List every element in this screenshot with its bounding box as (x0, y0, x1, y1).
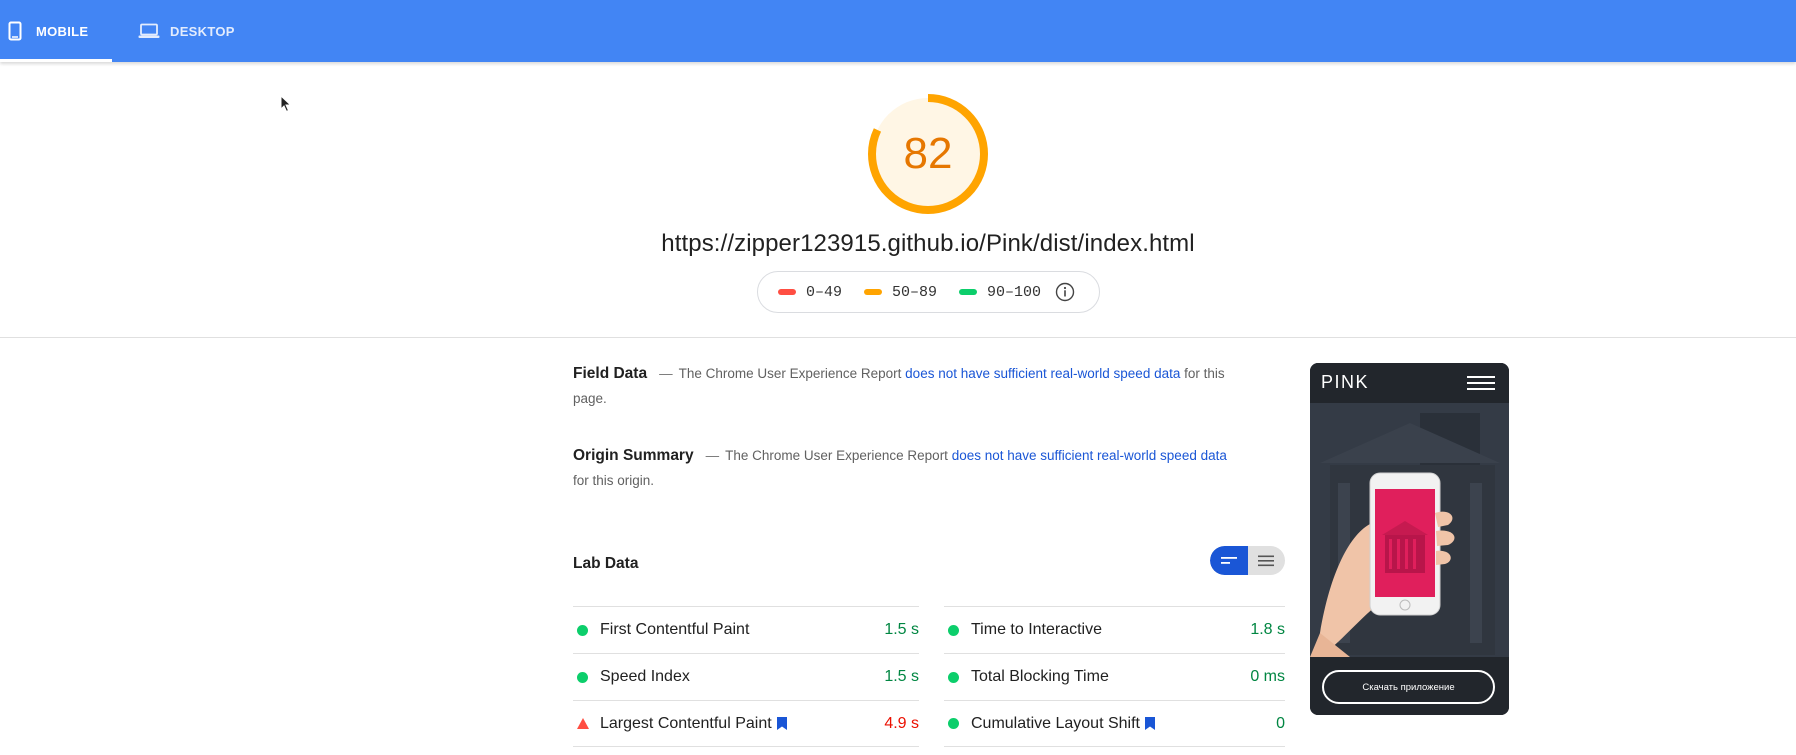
section-divider (0, 337, 1796, 338)
pass-dot-icon (573, 624, 600, 636)
active-tab-indicator (0, 59, 112, 62)
score-legend: 0–49 50–89 90–100 (757, 271, 1100, 313)
pass-dot-icon (944, 624, 971, 636)
legend-average: 50–89 (864, 284, 937, 301)
metric-label: Largest Contentful Paint (600, 715, 884, 733)
origin-summary-section: Origin Summary — The Chrome User Experienc… (573, 443, 1228, 493)
field-data-link[interactable]: does not have sufficient real-world spee… (905, 366, 1180, 381)
core-web-vital-bookmark-icon (1144, 717, 1155, 730)
pass-dot-icon (944, 718, 971, 729)
metric-value: 1.8 s (1250, 621, 1285, 638)
origin-summary-dash: — (705, 448, 720, 463)
metric-row: Cumulative Layout Shift 0 (944, 700, 1285, 747)
field-data-dash: — (659, 366, 673, 381)
smartphone-icon (8, 21, 22, 41)
legend-fail-swatch (778, 289, 796, 295)
mouse-cursor-icon (280, 94, 292, 118)
hero-image-phone-in-hand (1310, 403, 1509, 657)
tab-desktop[interactable]: DESKTOP (132, 0, 252, 62)
metric-label-text: Largest Contentful Paint (600, 714, 772, 732)
origin-summary-link[interactable]: does not have sufficient real-world spee… (952, 448, 1227, 463)
metric-value: 1.5 s (884, 668, 919, 685)
summary-view-button[interactable] (1210, 546, 1248, 575)
metric-row: Speed Index 1.5 s (573, 653, 919, 700)
legend-average-label: 50–89 (892, 283, 938, 301)
legend-fail: 0–49 (778, 284, 842, 301)
laptop-icon (138, 23, 160, 39)
device-tab-bar: MOBILE DESKTOP (0, 0, 1796, 62)
core-web-vital-bookmark-icon (776, 717, 787, 730)
report-url: https://zipper123915.github.io/Pink/dist… (661, 230, 1195, 257)
metric-value: 1.5 s (884, 621, 919, 638)
thumbnail-logo: PINK (1321, 372, 1370, 392)
metrics-view-toggle (1210, 546, 1285, 575)
metric-label-text: Cumulative Layout Shift (971, 714, 1140, 732)
legend-pass: 90–100 (959, 284, 1041, 301)
legend-average-swatch (864, 289, 883, 295)
metric-value: 4.9 s (884, 714, 919, 732)
download-app-button: Скачать приложение (1322, 670, 1495, 704)
metric-label-text: Time to Interactive (971, 621, 1103, 638)
metric-label: Speed Index (600, 668, 884, 686)
metric-label-text: Total Blocking Time (971, 668, 1109, 685)
metric-label: Total Blocking Time (971, 668, 1250, 686)
legend-fail-label: 0–49 (806, 283, 843, 301)
metric-label: First Contentful Paint (600, 621, 884, 639)
origin-summary-text: The Chrome User Experience Report (725, 448, 952, 463)
field-data-title: Field Data (573, 365, 648, 382)
tab-mobile[interactable]: MOBILE (0, 0, 112, 62)
lab-data-title: Lab Data (573, 555, 639, 572)
metrics-column-right: Time to Interactive 1.8 s Total Blocking T… (944, 606, 1285, 747)
thumbnail-footer: Скачать приложение (1310, 657, 1509, 715)
metric-label-text: First Contentful Paint (600, 621, 750, 638)
performance-score: 82 (903, 129, 953, 178)
metrics-column-left: First Contentful Paint 1.5 s Speed Index 1.… (573, 606, 919, 747)
metric-row: Time to Interactive 1.8 s (944, 606, 1285, 653)
field-data-section: Field Data — The Chrome User Experience Re… (573, 361, 1228, 411)
page-screenshot-thumbnail: PINK Скачать приложение (1310, 363, 1509, 715)
field-data-text: The Chrome User Experience Report (678, 366, 906, 381)
tab-mobile-label: MOBILE (36, 23, 89, 39)
metric-label: Cumulative Layout Shift (971, 715, 1276, 733)
origin-summary-title: Origin Summary (573, 447, 694, 464)
legend-pass-label: 90–100 (987, 283, 1042, 301)
metric-row: Largest Contentful Paint 4.9 s (573, 700, 919, 747)
tab-desktop-label: DESKTOP (170, 23, 235, 39)
metric-label-text: Speed Index (600, 668, 690, 685)
metric-row: Total Blocking Time 0 ms (944, 653, 1285, 700)
info-icon[interactable] (1055, 282, 1075, 302)
pass-dot-icon (573, 671, 600, 683)
metric-value: 0 ms (1250, 668, 1285, 685)
thumbnail-header: PINK (1310, 363, 1509, 403)
origin-summary-text-end: for this origin. (573, 473, 655, 488)
detailed-view-button[interactable] (1248, 546, 1286, 575)
fail-triangle-icon (573, 718, 600, 729)
legend-pass-swatch (959, 289, 978, 295)
metric-label: Time to Interactive (971, 621, 1250, 639)
pass-dot-icon (944, 671, 971, 683)
hamburger-menu-icon (1467, 375, 1495, 396)
metric-value: 0 (1276, 714, 1285, 732)
metric-row: First Contentful Paint 1.5 s (573, 606, 919, 653)
